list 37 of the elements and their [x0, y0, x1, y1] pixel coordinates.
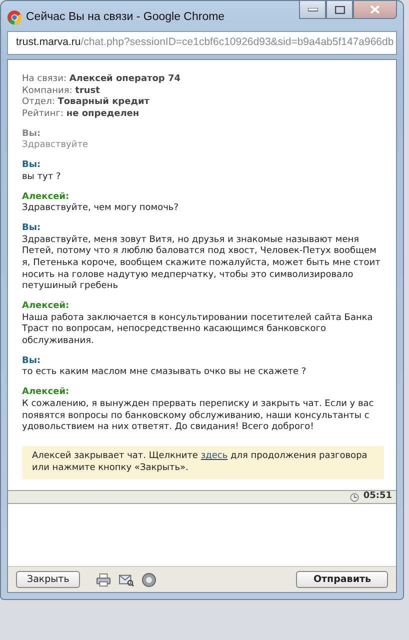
browser-logo-icon [7, 10, 22, 26]
address-text: trust.marva.ru/chat.php?sessionID=ce1cbf6c10926d93&sid=b9a4ab5f147a966db [16, 35, 394, 50]
message-author: Вы: [22, 128, 42, 140]
clock-icon [350, 492, 360, 502]
message-text: вы тут ? [22, 172, 62, 184]
email-icon[interactable] [119, 572, 134, 586]
message-author: Вы: [22, 222, 42, 235]
message-text: Здравствуйте, чем могу помочь? [22, 203, 180, 215]
message-author: Вы: [22, 356, 42, 368]
message-text: Здравствуйте, меня зовут Витя, но друзья и знакомые называют меня Петей, потому что я люблю баловатся под хвост, Человек-Петух вообщем я, Петенька короче, вообщем скажите пожалуйста, может быть мне стоит носить на голове надутую медперчатку, чтобы это символизировало петушиный гребень [22, 234, 382, 293]
notice-text: Алексей закрывает чат. Щелкните здесь для продолжения разговора или нажмите кнопку «Закрыть». [22, 446, 384, 480]
message-text: К сожалению, я вынужден прервать переписку и закрыть чат. Если у вас появятся вопросы по банковскому обслуживанию, наши консультанты с удовольствием на них ответят. До свидания! Всего доброго! [22, 398, 375, 434]
message-author: Вы: [22, 160, 42, 172]
close-chat-button[interactable]: Закрыть [16, 570, 80, 588]
minimize-button[interactable] [299, 1, 326, 19]
info-line: Компания: trust [22, 86, 101, 97]
minimize-icon [308, 8, 318, 12]
maximize-button[interactable] [326, 1, 353, 19]
info-line: На связи: Алексей оператор 74 [22, 74, 182, 86]
message-text: то есть каким маслом мне смазывать очко вы не скажете ? [22, 367, 308, 380]
continue-link[interactable]: здесь [200, 450, 228, 461]
close-button[interactable] [353, 1, 397, 19]
sound-icon[interactable] [142, 572, 156, 586]
message-text: Наша работа заключается в консультировании посетителей сайта Банка Траст по вопросам, непосредственно касающимся банковского обслуживания. [22, 312, 374, 348]
send-button[interactable]: Отправить [296, 570, 388, 588]
message-author: Алексей: [22, 192, 70, 203]
message-author: Алексей: [22, 387, 70, 399]
close-icon [370, 5, 380, 14]
window-title: Сейчас Вы на связи - Google Chrome [26, 10, 225, 25]
address-bar[interactable]: trust.marva.ru/chat.php?sessionID=ce1cbf6c10926d93&sid=b9a4ab5f147a966db [7, 31, 397, 55]
chat-timer: 05:51 [363, 490, 392, 504]
maximize-icon [334, 6, 344, 14]
message-text: Здравствуйте [22, 140, 89, 152]
message-author: Алексей: [22, 301, 70, 313]
info-line: Отдел: Товарный кредит [22, 97, 151, 109]
print-icon[interactable] [96, 572, 112, 586]
info-line: Рейтинг: не определен [22, 109, 140, 121]
